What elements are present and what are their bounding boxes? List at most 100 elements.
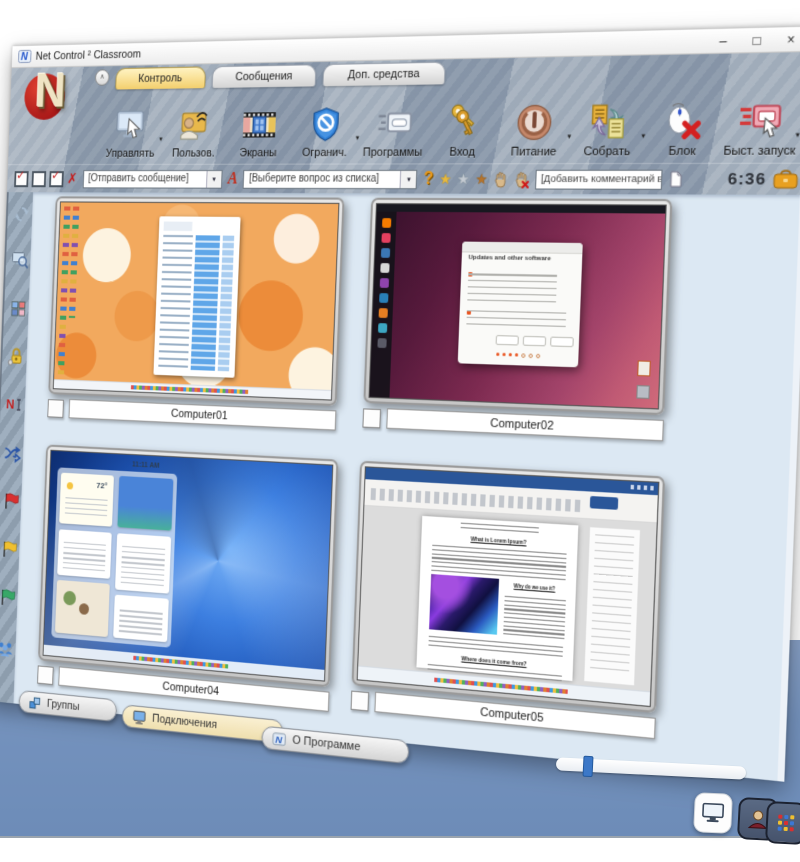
computer04-monitor[interactable]: 11:11 AM 72° <box>38 444 338 687</box>
refresh-icon <box>13 204 31 224</box>
screens-button[interactable]: Экраны <box>227 103 292 160</box>
computer-thumbnail[interactable]: Computer01 <box>47 196 344 430</box>
quick-launch-button[interactable]: ▾ Быст. запуск <box>722 96 799 158</box>
dropdown-caret-icon: ▾ <box>206 171 222 188</box>
lock-button[interactable] <box>5 344 27 369</box>
journal-page-icon[interactable] <box>669 171 684 188</box>
thumbnails-area: Computer01 Updates and other software <box>13 192 800 782</box>
desktop-icons-strip <box>58 206 71 374</box>
select-question-dropdown[interactable]: [Выберите вопрос из списка] ▾ <box>243 169 418 188</box>
install-media-icon <box>637 360 651 376</box>
monitor-view-button[interactable] <box>693 792 733 834</box>
rename-button[interactable]: N <box>4 392 26 417</box>
desktop-icons-strip <box>69 207 80 318</box>
collect-button[interactable]: ▾ Собрать <box>571 98 644 159</box>
taskbar <box>54 379 332 399</box>
session-timer: 6:36 <box>727 170 766 189</box>
computer01-checkbox[interactable] <box>47 399 64 418</box>
red-flag-icon <box>2 491 19 511</box>
computer-thumbnail[interactable]: What is Lorem Ipsum? Why do we use it? W… <box>351 461 666 740</box>
stocks-widget <box>57 529 112 579</box>
cubes-icon <box>28 694 42 710</box>
invert-selection-button[interactable]: ✓ <box>49 171 64 187</box>
silver-star-button[interactable]: ★ <box>457 170 470 187</box>
widgets-clock: 11:11 AM <box>132 461 159 470</box>
clear-selection-button[interactable]: ✗ <box>67 170 78 187</box>
computer05-screen: What is Lorem Ipsum? Why do we use it? W… <box>357 466 660 707</box>
shuffle-button[interactable] <box>2 440 24 465</box>
ubuntu-topbar <box>377 204 666 213</box>
red-flag-button[interactable]: ▾ <box>0 488 22 513</box>
monitor-search-icon <box>11 250 29 270</box>
shield-block-icon <box>307 102 344 147</box>
restrictions-button[interactable]: ▾ Огранич. <box>292 102 359 160</box>
window-controls: – □ × <box>706 27 800 52</box>
deselect-all-button[interactable] <box>32 171 47 187</box>
block-button[interactable]: Блок <box>645 97 720 159</box>
svg-text:N: N <box>21 52 29 64</box>
photos-widget <box>55 580 111 637</box>
raise-hand-button[interactable] <box>493 170 508 188</box>
yellow-flag-icon <box>0 539 17 559</box>
power-icon <box>514 99 556 146</box>
journal-comment-input[interactable]: [Добавить комментарий в ж] <box>535 169 663 189</box>
svg-text:N: N <box>6 397 15 412</box>
groups-button[interactable] <box>0 636 16 662</box>
lower-hand-button[interactable] <box>514 170 529 188</box>
document-image <box>429 574 499 634</box>
login-button[interactable]: Вход <box>428 100 498 159</box>
window-run-icon <box>374 101 414 146</box>
mouse-block-icon <box>662 97 704 145</box>
map-widget <box>117 476 174 531</box>
word-styles-pane <box>583 526 641 686</box>
quiz-button[interactable]: ? <box>423 169 434 188</box>
grid-view-button[interactable] <box>765 801 800 845</box>
computer02-checkbox[interactable] <box>362 408 381 428</box>
view-screen-button[interactable]: ▾ <box>9 248 31 272</box>
computer05-checkbox[interactable] <box>351 690 370 711</box>
maximize-button[interactable]: □ <box>739 28 774 52</box>
filmstrip-icon <box>239 103 279 147</box>
yellow-flag-button[interactable]: ▾ <box>0 536 20 562</box>
lock-key-icon <box>7 346 25 367</box>
green-flag-button[interactable]: ▾ <box>0 584 18 610</box>
computer-thumbnail[interactable]: Updates and other software Computer02 <box>362 198 672 442</box>
close-button[interactable]: × <box>773 27 800 51</box>
view-mode-button[interactable]: ▾ <box>7 296 29 321</box>
computer05-monitor[interactable]: What is Lorem Ipsum? Why do we use it? W… <box>352 461 666 714</box>
green-flag-icon <box>0 587 16 607</box>
computer-thumbnail[interactable]: 11:11 AM 72° <box>37 444 338 711</box>
computer04-screen: 11:11 AM 72° <box>43 450 334 682</box>
power-button[interactable]: ▾ Питание <box>499 99 571 159</box>
manage-button[interactable]: ▾ Управлять <box>100 104 162 160</box>
briefcase-icon[interactable] <box>773 170 799 190</box>
select-all-button[interactable]: ✓ <box>14 171 29 187</box>
tab-extras[interactable]: Доп. средства <box>323 62 445 87</box>
monitor-icon <box>132 709 147 726</box>
minimize-button[interactable]: – <box>706 29 740 52</box>
bronze-star-button[interactable]: ★ <box>475 170 488 187</box>
refresh-button[interactable] <box>11 202 33 226</box>
home-folder-icon <box>636 385 650 399</box>
word-document-page: What is Lorem Ipsum? Why do we use it? W… <box>416 516 578 681</box>
monitor-view-icon <box>701 801 726 824</box>
font-format-button[interactable]: A <box>227 169 238 188</box>
tab-control[interactable]: Контроль <box>115 66 206 89</box>
selection-buttons: ✓ ✓ ✗ <box>14 170 78 187</box>
computer02-monitor[interactable]: Updates and other software <box>363 198 672 416</box>
slider-thumb[interactable] <box>582 756 593 777</box>
users-group-icon <box>0 638 14 660</box>
send-message-dropdown[interactable]: [Отправить сообщение] ▾ <box>83 169 223 188</box>
computer04-checkbox[interactable] <box>37 665 54 685</box>
gold-star-button[interactable]: ★ <box>439 170 452 187</box>
app-logo-icon: N <box>18 49 32 64</box>
users-button[interactable]: Пользов. <box>162 103 226 159</box>
user-sound-icon <box>176 104 213 148</box>
weather-widget: 72° <box>59 473 114 527</box>
todo-widget <box>113 594 169 642</box>
dropdown-caret-icon: ▾ <box>400 170 417 187</box>
computer01-monitor[interactable] <box>48 196 344 406</box>
tab-messages[interactable]: Сообщения <box>211 64 316 88</box>
svg-text:N: N <box>275 733 283 745</box>
programs-button[interactable]: Программы <box>359 101 427 159</box>
